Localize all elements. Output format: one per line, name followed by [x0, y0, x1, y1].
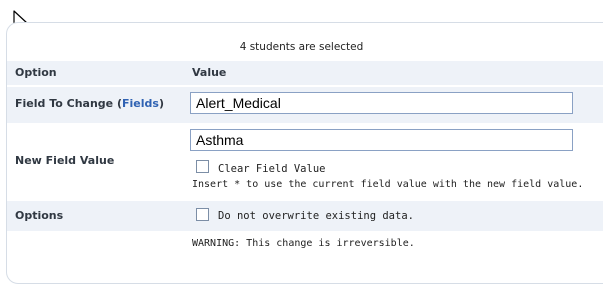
column-header-value: Value	[192, 66, 227, 79]
warning-text: WARNING: This change is irreversible.	[192, 238, 415, 249]
clear-field-value-label: Clear Field Value	[218, 163, 326, 175]
new-field-value-input[interactable]	[190, 129, 573, 151]
options-label: Options	[15, 209, 64, 222]
clear-field-value-checkbox[interactable]	[196, 160, 209, 173]
selection-count-text: 4 students are selected	[239, 41, 364, 53]
field-to-change-row: Field To Change (Fields)	[7, 87, 603, 123]
table-header-row: Option Value	[7, 61, 603, 85]
fields-link[interactable]: Fields	[122, 97, 159, 110]
field-to-change-label: Field To Change (Fields)	[15, 97, 164, 110]
new-field-value-label: New Field Value	[15, 154, 115, 167]
field-to-change-label-prefix: Field To Change (	[15, 97, 122, 110]
no-overwrite-label: Do not overwrite existing data.	[218, 210, 414, 222]
no-overwrite-checkbox[interactable]	[196, 208, 209, 221]
options-row: Options Do not overwrite existing data.	[7, 201, 603, 231]
field-to-change-input[interactable]	[190, 92, 573, 114]
insert-hint-text: Insert * to use the current field value …	[192, 179, 584, 190]
new-field-value-row: New Field Value Clear Field Value Insert…	[7, 126, 603, 200]
field-to-change-label-suffix: )	[158, 97, 164, 110]
column-header-option: Option	[15, 66, 57, 79]
